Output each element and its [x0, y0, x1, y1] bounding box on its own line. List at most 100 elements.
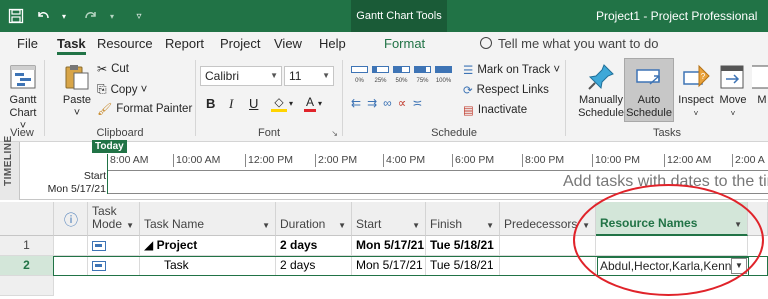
- chevron-down-icon[interactable]: ▼: [338, 221, 346, 230]
- inactivate-button[interactable]: ▤ Inactivate: [463, 103, 527, 117]
- finish-cell[interactable]: Tue 5/18/21: [426, 236, 500, 256]
- timeline-pane[interactable]: TIMELINE Today Start Mon 5/17/21 8:00 AM…: [0, 135, 768, 200]
- paste-button[interactable]: Paste ˅: [59, 62, 95, 120]
- group-clipboard: Paste ˅ ✂ Cut ⎘ Copy ˅ 🖌 Format Painter Cli…: [45, 56, 195, 142]
- timeline-bar[interactable]: Add tasks with dates to the tin: [107, 170, 768, 194]
- schedule-small-buttons: ⇇ ⇉ ∞ ∝ ≍: [351, 96, 422, 110]
- task-name-cell[interactable]: ◢ Project: [140, 236, 276, 256]
- mode-button[interactable]: M: [752, 62, 768, 107]
- percent-75-button[interactable]: 75%: [414, 64, 431, 84]
- tab-view[interactable]: View: [274, 36, 302, 51]
- tab-project[interactable]: Project: [220, 36, 260, 51]
- row-number[interactable]: [0, 276, 54, 296]
- resource-names-dropdown-icon[interactable]: ▼: [731, 258, 747, 274]
- paste-dropdown-icon[interactable]: ˅: [74, 107, 80, 120]
- header-predecessors[interactable]: Predecessors ▼: [500, 202, 596, 236]
- chevron-down-icon[interactable]: ▼: [412, 221, 420, 230]
- format-painter-button[interactable]: 🖌 Format Painter: [97, 102, 192, 116]
- header-indicators[interactable]: ⓘ: [54, 202, 88, 236]
- task-mode-cell[interactable]: [88, 236, 140, 256]
- timeline-placeholder: Add tasks with dates to the tin: [563, 173, 768, 190]
- respect-links-label: Respect Links: [476, 84, 549, 96]
- manually-schedule-button[interactable]: Manually Schedule: [576, 62, 626, 120]
- chevron-down-icon[interactable]: ▼: [262, 221, 270, 230]
- timeline-label: TIMELINE: [3, 135, 14, 186]
- scissors-icon: ✂: [97, 62, 108, 76]
- auto-schedule-button[interactable]: Auto Schedule: [624, 58, 674, 122]
- resource-names-editor[interactable]: Abdul,Hector,Karla,Kenny: [597, 257, 749, 276]
- tell-me-search[interactable]: Tell me what you want to do: [480, 36, 658, 51]
- row-number[interactable]: 2: [0, 256, 54, 276]
- start-cell[interactable]: Mon 5/17/21: [352, 236, 426, 256]
- inspect-button[interactable]: ? Inspect ˅: [676, 62, 716, 120]
- tab-help[interactable]: Help: [319, 36, 346, 51]
- highlight-color-button[interactable]: ◇ ▾: [271, 94, 293, 112]
- auto-schedule-icon: [636, 69, 660, 85]
- chevron-down-icon[interactable]: ▼: [734, 220, 742, 229]
- auto-label: Auto: [637, 94, 661, 106]
- header-task-name[interactable]: Task Name ▼: [140, 202, 276, 236]
- save-icon[interactable]: [6, 6, 26, 26]
- header-add-column[interactable]: [748, 202, 768, 236]
- dialog-launcher-icon[interactable]: ↘: [331, 129, 338, 138]
- tab-format[interactable]: Format: [384, 36, 425, 51]
- move-button[interactable]: Move ˅: [716, 62, 750, 120]
- mark-on-track-button[interactable]: ☰ Mark on Track ˅: [463, 63, 560, 77]
- chevron-down-icon: ▾: [289, 99, 294, 108]
- row-number[interactable]: 1: [0, 236, 54, 256]
- bold-button[interactable]: B: [206, 96, 215, 111]
- indent-icon[interactable]: ⇉: [367, 96, 377, 110]
- font-size-select[interactable]: 11 ▼: [284, 66, 334, 86]
- split-task-icon[interactable]: ≍: [412, 96, 422, 110]
- progress-bar-icon: [435, 66, 452, 73]
- header-start[interactable]: Start ▼: [352, 202, 426, 236]
- gantt-chart-button[interactable]: Gantt Chart ˅: [6, 62, 40, 133]
- tab-resource[interactable]: Resource: [97, 36, 153, 51]
- chevron-down-icon[interactable]: ▼: [486, 221, 494, 230]
- italic-button[interactable]: I: [229, 96, 233, 112]
- percent-100-button[interactable]: 100%: [435, 64, 452, 84]
- cut-button[interactable]: ✂ Cut: [97, 62, 129, 76]
- respect-links-button[interactable]: ⟳ Respect Links: [463, 83, 549, 97]
- font-color-button[interactable]: A ▾: [304, 94, 322, 112]
- copy-button[interactable]: ⎘ Copy ˅: [97, 82, 147, 97]
- auto-label-2: Schedule: [626, 107, 672, 119]
- header-duration[interactable]: Duration ▼: [276, 202, 352, 236]
- undo-dropdown-icon[interactable]: ▾: [54, 6, 74, 26]
- select-all-header[interactable]: [0, 202, 54, 236]
- outdent-icon[interactable]: ⇇: [351, 96, 361, 110]
- font-name-select[interactable]: Calibri ▼: [200, 66, 282, 86]
- header-task-mode[interactable]: Task Mode ▼: [88, 202, 140, 236]
- font-size-value: 11: [289, 69, 302, 83]
- predecessors-cell[interactable]: [500, 236, 596, 256]
- unlink-tasks-icon[interactable]: ∝: [398, 96, 407, 110]
- table-row[interactable]: 1 ◢ Project 2 days Mon 5/17/21 Tue 5/18/…: [0, 236, 768, 256]
- table-row[interactable]: 2 Task 2 days Mon 5/17/21 Tue 5/18/21 Ab…: [0, 256, 768, 276]
- percent-0-button[interactable]: 0%: [351, 64, 368, 84]
- header-finish[interactable]: Finish ▼: [426, 202, 500, 236]
- tab-report[interactable]: Report: [165, 36, 204, 51]
- header-task-name-label: Task Name: [144, 217, 205, 231]
- percent-25-button[interactable]: 25%: [372, 64, 389, 84]
- percent-50-button[interactable]: 50%: [393, 64, 410, 84]
- header-start-label: Start: [356, 217, 382, 231]
- percent-complete-buttons: 0% 25% 50% 75% 100%: [351, 64, 452, 84]
- duration-cell[interactable]: 2 days: [276, 236, 352, 256]
- tab-task[interactable]: Task: [57, 36, 86, 55]
- undo-icon[interactable]: [33, 6, 53, 26]
- percent-label: 100%: [435, 78, 452, 84]
- indicators-cell: [54, 236, 88, 256]
- underline-button[interactable]: U: [249, 96, 258, 111]
- redo-icon[interactable]: [81, 6, 101, 26]
- header-finish-label: Finish: [430, 217, 463, 231]
- chevron-down-icon[interactable]: ▼: [126, 221, 134, 230]
- table-row[interactable]: [0, 276, 768, 296]
- resource-names-cell[interactable]: [596, 236, 748, 256]
- customize-qat-icon[interactable]: ▿: [129, 6, 149, 26]
- today-marker: Today: [92, 140, 127, 153]
- link-tasks-icon[interactable]: ∞: [383, 96, 392, 110]
- chevron-down-icon[interactable]: ▼: [582, 221, 590, 230]
- header-resource-names[interactable]: Resource Names ▼: [596, 202, 748, 236]
- redo-dropdown-icon[interactable]: ▾: [102, 6, 122, 26]
- tab-file[interactable]: File: [17, 36, 38, 51]
